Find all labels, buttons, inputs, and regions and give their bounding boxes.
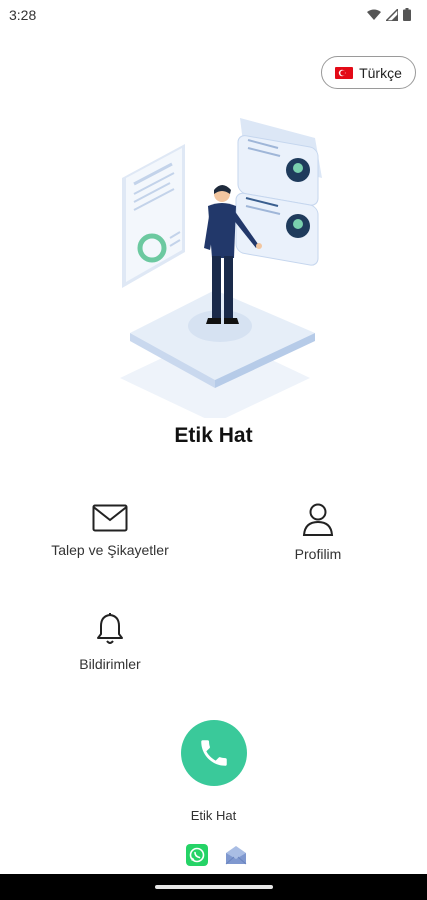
profile-label: Profilim: [294, 546, 342, 562]
app-title: Etik Hat: [174, 424, 253, 447]
language-button[interactable]: Türkçe: [321, 56, 416, 89]
status-bar: 3:28: [0, 0, 427, 30]
email-icon[interactable]: [224, 844, 248, 866]
wifi-icon: [367, 9, 381, 20]
battery-icon: [403, 8, 411, 21]
notifications-label: Bildirimler: [79, 656, 141, 672]
language-label: Türkçe: [359, 64, 402, 81]
person-icon: [302, 503, 334, 536]
signal-icon: [386, 8, 398, 21]
phone-icon: [201, 740, 227, 766]
home-handle[interactable]: [155, 885, 273, 889]
status-time: 3:28: [9, 7, 37, 23]
call-button[interactable]: [181, 720, 247, 786]
whatsapp-icon[interactable]: [186, 844, 208, 866]
notifications-button[interactable]: Bildirimler: [60, 612, 160, 672]
status-icons: [367, 8, 411, 21]
bell-icon: [97, 613, 123, 644]
requests-complaints-button[interactable]: Talep ve Şikayetler: [40, 504, 180, 558]
hero-illustration: [120, 118, 322, 418]
navigation-bar: [0, 874, 427, 900]
mail-icon: [92, 504, 128, 532]
contact-icons: [186, 844, 248, 866]
profile-button[interactable]: Profilim: [268, 502, 368, 562]
turkey-flag-icon: [335, 66, 354, 79]
requests-complaints-label: Talep ve Şikayetler: [51, 542, 169, 558]
call-label: Etik Hat: [190, 808, 237, 823]
